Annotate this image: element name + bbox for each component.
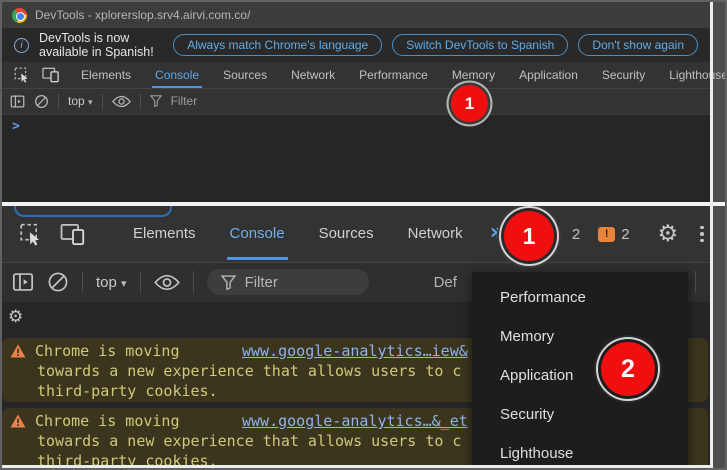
warning-source-link[interactable]: www.google-analytics…iew&	[242, 341, 468, 361]
console-prompt[interactable]: >	[12, 119, 20, 134]
more-options-icon[interactable]	[700, 226, 704, 243]
tab-memory[interactable]: Memory	[441, 62, 506, 88]
console-sidebar-icon[interactable]	[12, 271, 34, 293]
devtools-screenshot: DevTools - xplorerslop.srv4.airvi.com.co…	[0, 0, 727, 470]
tab-sources[interactable]: Sources	[212, 62, 278, 88]
annotation-step-2-badge: 2	[601, 342, 655, 396]
inspect-element-icon[interactable]	[19, 223, 43, 246]
devtools-tabbar: Elements Console Sources Network Perform…	[2, 62, 710, 88]
separator	[140, 94, 141, 109]
context-selector[interactable]: top ▾	[68, 94, 93, 108]
clear-console-icon[interactable]	[47, 271, 69, 293]
separator	[695, 271, 696, 293]
live-expression-eye-icon[interactable]	[112, 95, 131, 108]
device-toolbar-icon[interactable]	[60, 223, 86, 246]
chrome-logo-icon	[12, 8, 27, 23]
tab-network[interactable]: Network	[280, 62, 346, 88]
console-log-area[interactable]: >	[2, 114, 710, 202]
inspect-element-icon[interactable]	[14, 67, 30, 83]
console-settings-gear-icon[interactable]: ⚙	[8, 307, 23, 327]
separator	[58, 94, 59, 109]
tab-sources[interactable]: Sources	[304, 206, 389, 262]
issues-icon: !	[598, 227, 615, 242]
separator	[193, 271, 194, 293]
menu-item-security[interactable]: Security	[472, 395, 688, 434]
tab-elements[interactable]: Elements	[70, 62, 142, 88]
more-tabs-icon[interactable]: »	[490, 220, 504, 245]
issues-count: 2	[621, 226, 629, 243]
filter-input[interactable]: Filter	[171, 94, 198, 108]
tab-lighthouse[interactable]: Lighthouse	[658, 62, 727, 88]
info-icon: i	[14, 38, 29, 53]
menu-item-lighthouse[interactable]: Lighthouse	[472, 434, 688, 466]
warning-text: Chrome is moving	[35, 411, 180, 431]
warning-source-link[interactable]: www.google-analytics…&_et	[242, 411, 468, 431]
chevron-down-icon: ▾	[88, 98, 93, 108]
window-title: DevTools - xplorerslop.srv4.airvi.com.co…	[35, 8, 250, 22]
window-titlebar: DevTools - xplorerslop.srv4.airvi.com.co…	[2, 2, 710, 28]
tab-application[interactable]: Application	[508, 62, 589, 88]
warning-triangle-icon	[10, 414, 26, 428]
menu-item-memory[interactable]: Memory	[472, 317, 688, 356]
section-divider	[0, 202, 727, 206]
tab-console[interactable]: Console	[215, 206, 300, 262]
issues-counter[interactable]: ! 2	[598, 226, 629, 243]
more-tabs-menu: Performance Memory Application Security …	[472, 272, 688, 466]
separator	[82, 271, 83, 293]
filter-input[interactable]: Filter	[207, 269, 369, 295]
context-selector[interactable]: top ▾	[96, 274, 127, 291]
filter-funnel-icon	[150, 95, 162, 107]
dont-show-again-button[interactable]: Don't show again	[578, 34, 698, 56]
highlight-focus-ring	[14, 206, 172, 217]
error-count[interactable]: 2	[572, 226, 580, 243]
device-toolbar-icon[interactable]	[42, 67, 60, 83]
language-infobar: i DevTools is now available in Spanish! …	[2, 28, 710, 62]
warning-triangle-icon	[10, 344, 26, 358]
menu-item-performance[interactable]: Performance	[472, 278, 688, 317]
infobar-message: DevTools is now available in Spanish!	[39, 31, 157, 59]
console-toolbar: top ▾ Filter	[2, 88, 710, 114]
clear-console-icon[interactable]	[34, 94, 49, 109]
settings-gear-icon[interactable]: ⚙	[658, 221, 679, 247]
screenshot-edge	[0, 465, 713, 468]
menu-item-application[interactable]: Application	[472, 356, 688, 395]
screenshot-edge	[710, 0, 713, 470]
annotation-step-1-badge: 1	[451, 85, 488, 122]
switch-to-spanish-button[interactable]: Switch DevTools to Spanish	[392, 34, 568, 56]
chevron-down-icon: ▾	[121, 277, 127, 290]
tab-security[interactable]: Security	[591, 62, 656, 88]
tab-console[interactable]: Console	[144, 62, 210, 88]
filter-funnel-icon	[221, 275, 236, 290]
console-sidebar-icon[interactable]	[10, 94, 25, 109]
separator	[102, 94, 103, 109]
match-language-button[interactable]: Always match Chrome's language	[173, 34, 382, 56]
separator	[140, 271, 141, 293]
default-levels-selector[interactable]: Def	[434, 274, 457, 291]
tab-network[interactable]: Network	[393, 206, 478, 262]
warning-text: Chrome is moving	[35, 341, 180, 361]
live-expression-eye-icon[interactable]	[154, 274, 180, 291]
tab-performance[interactable]: Performance	[348, 62, 439, 88]
annotation-step-1-badge-zoomed: 1	[504, 211, 554, 261]
